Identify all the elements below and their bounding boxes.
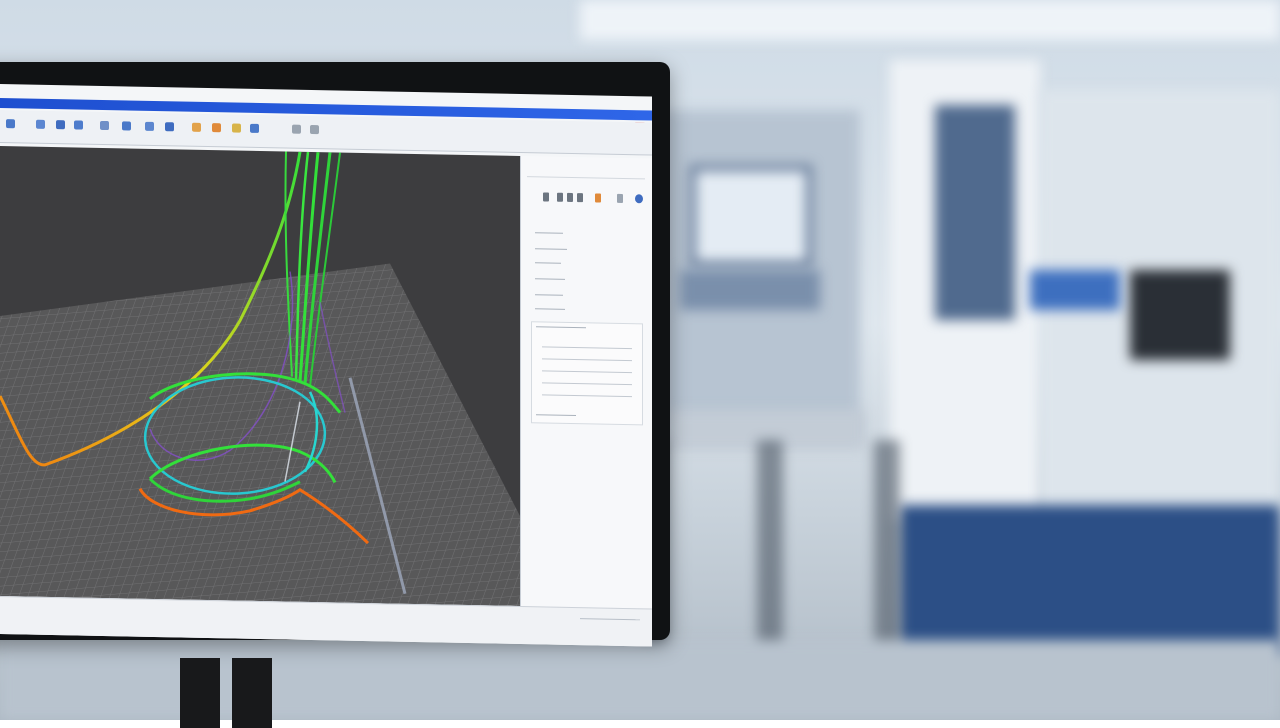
zoom-icon[interactable] <box>74 120 83 130</box>
results-row-4 <box>542 382 632 386</box>
warning-icon[interactable] <box>595 193 601 203</box>
feed-icon[interactable] <box>577 193 583 203</box>
properties-panel <box>520 155 652 609</box>
machine-blue-accent <box>1030 270 1120 310</box>
globe-icon[interactable] <box>635 194 643 204</box>
monitor-stand-right <box>232 658 272 728</box>
spindle-icon[interactable] <box>557 192 563 202</box>
layer-icon[interactable] <box>310 124 319 135</box>
pan-icon[interactable] <box>122 121 131 131</box>
machine-right-window <box>935 105 1015 320</box>
results-row-5 <box>542 394 632 398</box>
machine-blue-base <box>900 505 1280 655</box>
results-header-line <box>536 326 586 329</box>
results-row-3 <box>542 370 632 374</box>
param-line-6 <box>535 308 565 310</box>
measure-icon[interactable] <box>232 123 241 133</box>
work-plane-grid <box>0 263 520 606</box>
results-footer-line <box>536 414 576 417</box>
machine-left-panel <box>680 270 820 310</box>
3d-viewport[interactable] <box>0 146 520 606</box>
monitor-stand-left <box>180 658 220 728</box>
toolpath-scene <box>0 151 520 606</box>
param-line-4 <box>535 278 565 280</box>
axis-icon[interactable] <box>567 192 573 203</box>
machine-left-screen <box>690 165 812 267</box>
param-line-3 <box>535 262 561 264</box>
save-icon[interactable] <box>56 120 65 130</box>
param-line-1 <box>535 232 563 234</box>
rotate-icon[interactable] <box>100 120 109 131</box>
panel-divider-top <box>527 176 645 180</box>
stop-icon[interactable] <box>212 123 221 133</box>
grid-icon[interactable] <box>292 124 301 134</box>
status-line <box>580 618 640 621</box>
machine-far-dark-box <box>1130 270 1230 360</box>
monitor-screen <box>0 84 652 647</box>
results-box <box>531 321 643 426</box>
play-icon[interactable] <box>192 122 201 132</box>
param-line-2 <box>535 248 567 250</box>
view-icon[interactable] <box>145 121 154 131</box>
file-icon[interactable] <box>6 119 15 129</box>
settings-icon[interactable] <box>165 122 174 132</box>
tool-icon[interactable] <box>543 192 549 202</box>
open-icon[interactable] <box>36 119 45 129</box>
param-line-5 <box>535 294 563 296</box>
info-icon[interactable] <box>617 193 623 203</box>
results-row-2 <box>542 358 632 362</box>
help-icon[interactable] <box>250 123 259 133</box>
ceiling-light <box>580 0 1280 40</box>
results-row-1 <box>542 346 632 350</box>
